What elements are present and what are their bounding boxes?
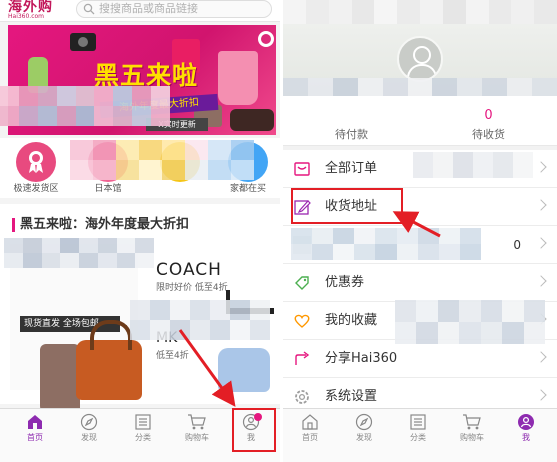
tab-home[interactable]: 首页 [10,413,60,444]
coupon-icon [295,276,309,290]
headphone-image [258,31,274,47]
category-label: 家都在买 [229,184,266,194]
menu-label: 系统设置 [325,389,378,404]
profile-icon [518,414,534,430]
chevron-right-icon [535,161,547,173]
category-item[interactable]: 极速发货区 [6,142,66,195]
stat-value: 0 [484,108,493,123]
tab-label: 发现 [81,433,97,442]
blur-mosaic [283,0,557,24]
coat-image [218,51,258,105]
chevron-right-icon [535,389,547,401]
avatar[interactable] [397,36,443,82]
handbag-image [218,348,270,392]
home-icon [302,414,318,430]
share-icon [295,351,310,365]
blur-mosaic [4,238,154,268]
highlight-box [232,408,276,452]
brand-subtitle: 限时好价 低至4折 [156,283,228,293]
cart-icon [463,414,481,430]
chevron-right-icon [535,199,547,211]
tab-label: 购物车 [460,433,484,442]
home-screen: 海外购 Hai360.com 搜搜商品或商品链接 黑五来啦 海外年度最大折扣 X… [0,0,280,462]
tab-cart[interactable]: 购物车 [447,413,497,444]
stat-value [283,108,420,124]
list-icon [410,414,426,430]
menu-item-coupons[interactable]: 优惠券 [283,264,557,302]
search-placeholder: 搜搜商品或商品链接 [99,2,198,15]
home-icon [28,415,42,429]
tab-discover[interactable]: 发现 [339,413,389,444]
tab-label: 分类 [410,433,426,442]
logo-domain: Hai360.com [8,13,45,20]
camera-image [70,33,96,51]
tab-label: 我 [522,433,530,442]
handbag-image [230,109,274,131]
chevron-right-icon [535,275,547,287]
compass-icon [80,413,98,431]
category-label: 极速发货区 [13,184,59,194]
tab-label: 首页 [302,433,318,442]
tab-category[interactable]: 分类 [393,413,443,444]
cart-icon [188,414,206,430]
list-icon [135,414,151,430]
tab-cart[interactable]: 购物车 [172,413,222,444]
tab-discover[interactable]: 发现 [64,413,114,444]
chevron-right-icon [535,351,547,363]
menu-label: 我的收藏 [325,313,378,328]
menu-label: 分享Hai360 [325,351,398,366]
settings-icon [295,390,309,404]
orders-icon [294,162,310,176]
blur-mosaic [291,228,481,260]
handbag-image [76,320,142,400]
bottom-tab-bar: 首页 发现 分类 购物车 我 [283,408,557,462]
menu-value: 0 [513,238,521,252]
stat-label: 待收货 [472,128,505,141]
search-icon [83,3,95,15]
profile-screen: 待付款 0 待收货 全部订单 收货地址 0 优惠券 我的收藏 分享Hai360 … [283,0,557,462]
category-label: 日本馆 [94,184,122,194]
tab-me[interactable]: 我 [501,413,551,444]
chevron-right-icon [535,237,547,249]
order-stats: 待付款 0 待收货 [283,96,557,146]
brand-name: COACH [156,260,222,280]
blur-mosaic [130,300,270,340]
menu-label: 优惠券 [325,275,365,290]
tab-label: 购物车 [185,433,209,442]
tab-label: 首页 [27,433,43,442]
stat-pending-payment[interactable]: 待付款 [283,108,420,142]
promo-title: 黑五来啦：海外年度最大折扣 [20,217,190,232]
stat-pending-receipt[interactable]: 0 待收货 [420,108,557,142]
blur-mosaic [70,140,254,180]
blur-mosaic [395,300,545,344]
ribbon-icon [16,142,56,182]
heart-icon [294,314,310,328]
tab-home[interactable]: 首页 [285,413,335,444]
tab-label: 分类 [135,433,151,442]
tab-category[interactable]: 分类 [118,413,168,444]
menu-item-share[interactable]: 分享Hai360 [283,340,557,378]
home-header: 海外购 Hai360.com 搜搜商品或商品链接 [0,0,280,22]
menu-label: 全部订单 [325,161,378,176]
tab-label: 发现 [356,433,372,442]
blur-mosaic [0,86,170,126]
section-accent [12,218,15,232]
brand-subtitle: 低至4折 [156,351,189,361]
blur-mosaic [413,152,533,178]
stat-label: 待付款 [335,128,368,141]
highlight-box [291,188,403,224]
search-input[interactable]: 搜搜商品或商品链接 [76,0,272,18]
app-logo[interactable]: 海外购 Hai360.com [8,0,64,20]
boot-image [40,344,80,416]
compass-icon [355,413,373,431]
